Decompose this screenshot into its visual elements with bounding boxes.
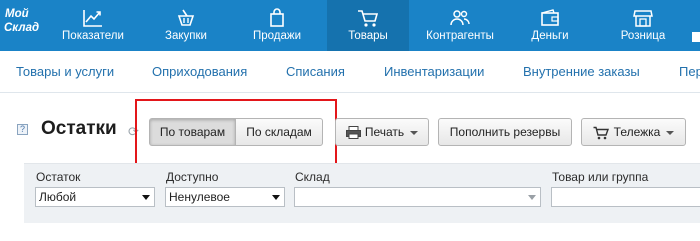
subnav-products-services[interactable]: Товары и услуги [16, 64, 114, 79]
subnav-write-offs[interactable]: Списания [286, 64, 345, 79]
nav-label: Контрагенты [426, 30, 494, 42]
app-root: Мой Склад Показатели Закупки Продажи Тов… [0, 0, 700, 241]
chevron-down-icon [666, 130, 675, 135]
subnav-more-truncated[interactable]: Пере [679, 64, 700, 79]
chart-icon [83, 10, 102, 27]
available-filter-label: Доступно [166, 170, 219, 184]
nav-label: Деньги [531, 30, 569, 42]
nav-overflow-fragment [692, 32, 700, 42]
nav-item-contractors[interactable]: Контрагенты [420, 0, 500, 51]
page-title: Остатки [41, 118, 117, 139]
replenish-reserves-button[interactable]: Пополнить резервы [438, 118, 572, 146]
balance-filter-label: Остаток [36, 170, 81, 184]
balance-filter-value: Любой [39, 190, 77, 204]
cart-label: Тележка [613, 125, 661, 139]
cart-icon [358, 10, 379, 27]
nav-label: Продажи [252, 30, 302, 42]
print-button[interactable]: Печать [335, 118, 429, 146]
warehouse-filter-label: Склад [295, 170, 330, 184]
subnav-receipts[interactable]: Оприходования [152, 64, 247, 79]
highlight-box [135, 99, 337, 166]
nav-item-products[interactable]: Товары [327, 0, 409, 51]
available-filter-value: Ненулевое [169, 190, 230, 204]
logo-line-1: Мой [5, 8, 29, 20]
nav-item-sales[interactable]: Продажи [240, 0, 314, 51]
product-filter-input[interactable] [551, 187, 700, 207]
balance-filter-select[interactable]: Любой [35, 187, 155, 207]
product-filter-label: Товар или группа [552, 170, 649, 184]
subnav-inventories[interactable]: Инвентаризации [384, 64, 484, 79]
cart-icon [593, 126, 609, 140]
logo[interactable]: Мой Склад [4, 7, 50, 45]
top-nav: Мой Склад Показатели Закупки Продажи Тов… [0, 0, 700, 51]
chevron-down-icon [410, 130, 419, 135]
nav-item-money[interactable]: Деньги [512, 0, 588, 51]
chevron-down-icon [528, 195, 536, 200]
wallet-icon [541, 9, 559, 26]
nav-label: Товары [348, 30, 388, 42]
nav-label: Закупки [165, 30, 207, 42]
users-icon [450, 10, 470, 26]
logo-line-2: Склад [4, 22, 40, 34]
shopping-bag-icon [270, 8, 284, 27]
nav-label: Розница [620, 30, 666, 42]
chevron-down-icon [142, 195, 150, 200]
store-icon [633, 10, 653, 27]
sub-nav: Товары и услуги Оприходования Списания И… [0, 51, 700, 93]
nav-item-purchases[interactable]: Закупки [150, 0, 222, 51]
print-label: Печать [364, 125, 405, 139]
basket-icon [177, 9, 195, 26]
subnav-internal-orders[interactable]: Внутренние заказы [523, 64, 640, 79]
nav-item-indicators[interactable]: Показатели [56, 0, 130, 51]
cart-button[interactable]: Тележка [581, 118, 686, 146]
nav-label: Показатели [62, 30, 124, 42]
printer-icon [345, 126, 361, 140]
nav-item-retail[interactable]: Розница [605, 0, 681, 51]
chevron-down-icon [272, 195, 280, 200]
warehouse-filter-select[interactable] [294, 187, 541, 207]
available-filter-select[interactable]: Ненулевое [165, 187, 285, 207]
help-icon[interactable]: ? [17, 124, 28, 135]
